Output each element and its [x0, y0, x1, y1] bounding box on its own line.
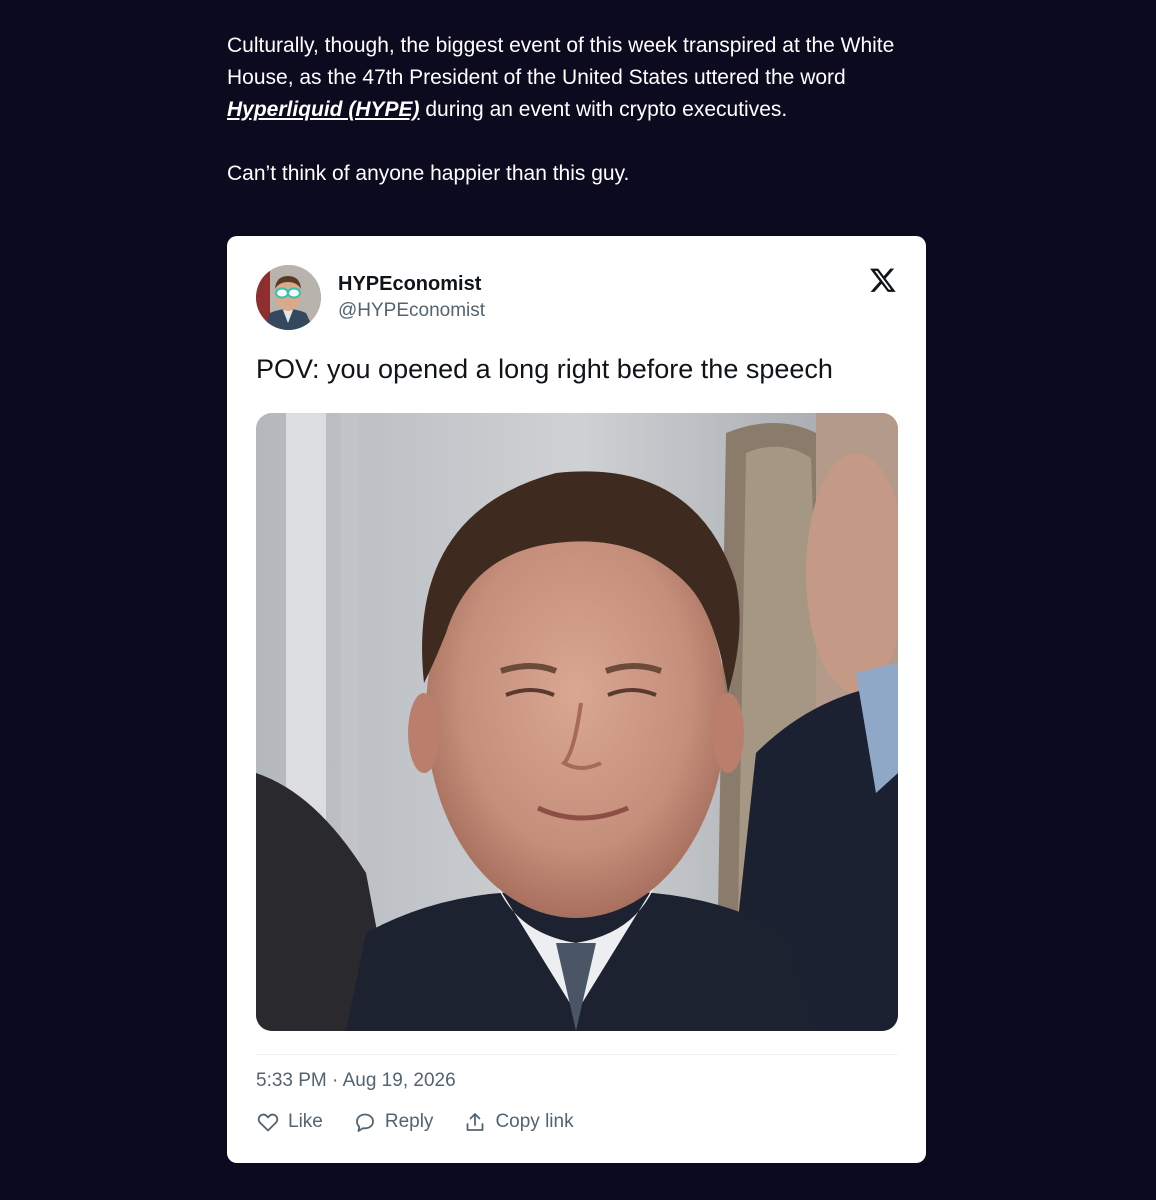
tweet-timestamp[interactable]: 5:33 PM · Aug 19, 2026: [256, 1070, 456, 1092]
author-handle[interactable]: @HYPEconomist: [338, 300, 485, 322]
paragraph-text-end: during an event with crypto executives.: [419, 98, 788, 121]
reply-button[interactable]: Reply: [353, 1110, 434, 1134]
share-upload-icon: [467, 1113, 484, 1131]
like-button[interactable]: Like: [256, 1110, 323, 1134]
paragraph-text-start: Culturally, though, the biggest event of…: [227, 34, 895, 89]
avatar[interactable]: [256, 265, 321, 330]
tweet-photo[interactable]: [256, 413, 898, 1031]
copy-link-button[interactable]: Copy link: [463, 1110, 574, 1134]
tweet-actions: Like Reply Copy link: [256, 1108, 604, 1136]
author-display-name[interactable]: HYPEconomist: [338, 273, 481, 296]
like-label: Like: [288, 1111, 323, 1132]
divider: [256, 1054, 898, 1055]
article-paragraph: Can’t think of anyone happier than this …: [227, 162, 630, 185]
reply-label: Reply: [384, 1111, 434, 1132]
speech-bubble-icon: [355, 1113, 374, 1132]
x-logo-icon[interactable]: [869, 266, 897, 294]
copy-link-label: Copy link: [495, 1111, 574, 1132]
heart-icon: [257, 1113, 279, 1132]
tweet-text: POV: you opened a long right before the …: [256, 354, 833, 384]
embedded-tweet-card[interactable]: HYPEconomist @HYPEconomist POV: you open…: [227, 236, 926, 1163]
hyperliquid-link[interactable]: Hyperliquid (HYPE): [227, 98, 420, 121]
article-paragraph: Culturally, though, the biggest event of…: [227, 30, 927, 126]
article-body: Culturally, though, the biggest event of…: [227, 30, 927, 190]
